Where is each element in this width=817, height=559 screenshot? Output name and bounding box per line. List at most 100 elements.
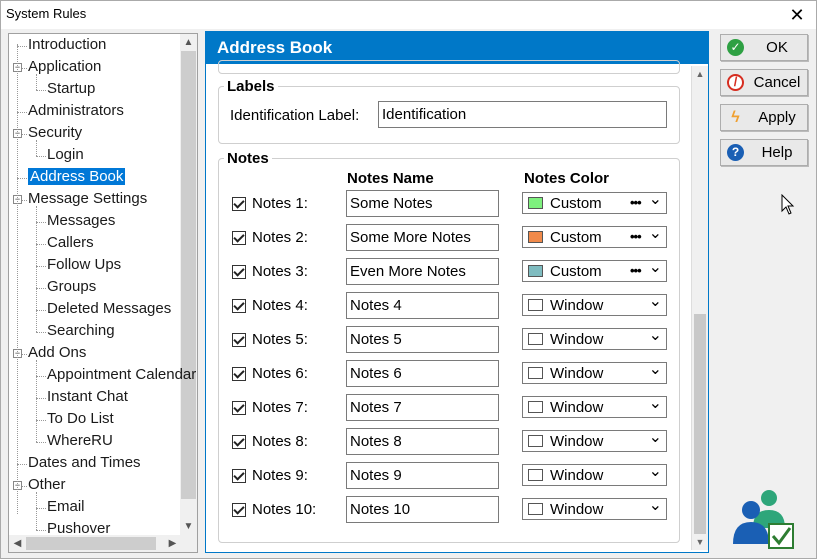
notes-6-color-select[interactable]: Window ⌄ bbox=[522, 362, 667, 384]
notes-10-color-select[interactable]: Window ⌄ bbox=[522, 498, 667, 520]
notes-2-name-input[interactable]: Some More Notes bbox=[346, 224, 499, 251]
notes-1-label[interactable]: Notes 1: bbox=[252, 195, 308, 212]
notes-2-checkbox[interactable] bbox=[232, 231, 246, 245]
chevron-down-icon[interactable]: ⌄ bbox=[649, 328, 662, 344]
tree-item-follow-ups[interactable]: Follow Ups bbox=[47, 255, 121, 275]
tree-item-login[interactable]: Login bbox=[47, 145, 84, 165]
scroll-left-icon[interactable]: ◀ bbox=[9, 535, 26, 552]
notes-8-color-select[interactable]: Window ⌄ bbox=[522, 430, 667, 452]
more-options-icon[interactable]: ••• bbox=[630, 261, 642, 280]
tree-item-to-do-list[interactable]: To Do List bbox=[47, 409, 114, 429]
notes-7-checkbox[interactable] bbox=[232, 401, 246, 415]
notes-1-name-input[interactable]: Some Notes bbox=[346, 190, 499, 217]
tree-item-other[interactable]: Other bbox=[28, 475, 66, 495]
cancel-button[interactable]: / Cancel bbox=[720, 69, 808, 96]
tree-item-callers[interactable]: Callers bbox=[47, 233, 94, 253]
notes-9-checkbox[interactable] bbox=[232, 469, 246, 483]
tree-connector bbox=[36, 156, 46, 157]
tree-item-startup[interactable]: Startup bbox=[47, 79, 95, 99]
chevron-down-icon[interactable]: ⌄ bbox=[649, 498, 662, 514]
tree-item-email[interactable]: Email bbox=[47, 497, 85, 517]
chevron-down-icon[interactable]: ⌄ bbox=[649, 226, 662, 242]
tree-item-appointment-calendar[interactable]: Appointment Calendar bbox=[47, 365, 196, 385]
notes-4-checkbox[interactable] bbox=[232, 299, 246, 313]
identification-input[interactable]: Identification bbox=[378, 101, 667, 128]
tree-item-label: Pushover bbox=[47, 520, 111, 537]
notes-7-name-input[interactable]: Notes 7 bbox=[346, 394, 499, 421]
chevron-down-icon[interactable]: ⌄ bbox=[649, 430, 662, 446]
notes-10-label[interactable]: Notes 10: bbox=[252, 501, 316, 518]
chevron-down-icon[interactable]: ⌄ bbox=[649, 362, 662, 378]
tree-connector bbox=[36, 530, 46, 531]
tree-item-groups[interactable]: Groups bbox=[47, 277, 96, 297]
notes-4-name-input[interactable]: Notes 4 bbox=[346, 292, 499, 319]
notes-9-color-select[interactable]: Window ⌄ bbox=[522, 464, 667, 486]
tree-item-instant-chat[interactable]: Instant Chat bbox=[47, 387, 128, 407]
tree-item-message-settings[interactable]: Message Settings bbox=[28, 189, 147, 209]
help-button[interactable]: ? Help bbox=[720, 139, 808, 166]
scroll-down-icon[interactable]: ▼ bbox=[180, 518, 197, 535]
notes-9-name-input[interactable]: Notes 9 bbox=[346, 462, 499, 489]
notes-6-checkbox[interactable] bbox=[232, 367, 246, 381]
color-swatch bbox=[528, 435, 543, 447]
panel-vertical-scrollbar[interactable]: ▲ ▼ bbox=[692, 66, 708, 550]
scroll-down-icon[interactable]: ▼ bbox=[692, 534, 708, 550]
tree-item-pushover[interactable]: Pushover bbox=[47, 519, 110, 539]
chevron-down-icon[interactable]: ⌄ bbox=[649, 192, 662, 208]
notes-3-name-input[interactable]: Even More Notes bbox=[346, 258, 499, 285]
notes-5-checkbox[interactable] bbox=[232, 333, 246, 347]
tree-item-administrators[interactable]: Administrators bbox=[28, 101, 124, 121]
tree-item-label: Message Settings bbox=[28, 190, 148, 207]
notes-7-color-select[interactable]: Window ⌄ bbox=[522, 396, 667, 418]
notes-5-color-select[interactable]: Window ⌄ bbox=[522, 328, 667, 350]
tree-item-introduction[interactable]: Introduction bbox=[28, 35, 106, 55]
scroll-right-icon[interactable]: ▶ bbox=[164, 535, 181, 552]
notes-3-label[interactable]: Notes 3: bbox=[252, 263, 308, 280]
more-options-icon[interactable]: ••• bbox=[630, 193, 642, 212]
notes-3-checkbox[interactable] bbox=[232, 265, 246, 279]
notes-4-label[interactable]: Notes 4: bbox=[252, 297, 308, 314]
tree-vertical-scrollbar[interactable]: ▲ ▼ bbox=[180, 34, 197, 535]
notes-6-name-input[interactable]: Notes 6 bbox=[346, 360, 499, 387]
chevron-down-icon[interactable]: ⌄ bbox=[649, 396, 662, 412]
tree-item-address-book[interactable]: Address Book bbox=[28, 167, 126, 187]
tree-item-label: WhereRU bbox=[47, 432, 113, 449]
notes-2-label[interactable]: Notes 2: bbox=[252, 229, 308, 246]
notes-7-label[interactable]: Notes 7: bbox=[252, 399, 308, 416]
chevron-down-icon[interactable]: ⌄ bbox=[649, 294, 662, 310]
notes-1-color-select[interactable]: Custom ••• ⌄ bbox=[522, 192, 667, 214]
tree-item-whereru[interactable]: WhereRU bbox=[47, 431, 113, 451]
scroll-up-icon[interactable]: ▲ bbox=[180, 34, 197, 51]
notes-9-label[interactable]: Notes 9: bbox=[252, 467, 308, 484]
tree-item-application[interactable]: Application bbox=[28, 57, 101, 77]
apply-button[interactable]: ϟ Apply bbox=[720, 104, 808, 131]
tree-connector-vertical bbox=[36, 74, 37, 90]
close-icon[interactable]: ✕ bbox=[782, 1, 812, 29]
notes-10-checkbox[interactable] bbox=[232, 503, 246, 517]
notes-5-name-input[interactable]: Notes 5 bbox=[346, 326, 499, 353]
scroll-thumb[interactable] bbox=[181, 51, 196, 499]
settings-tree[interactable]: ▲ ▼ ◀ ▶ Introduction Application − Startup A… bbox=[8, 33, 198, 553]
notes-4-color-select[interactable]: Window ⌄ bbox=[522, 294, 667, 316]
more-options-icon[interactable]: ••• bbox=[630, 227, 642, 246]
notes-6-label[interactable]: Notes 6: bbox=[252, 365, 308, 382]
notes-10-name-input[interactable]: Notes 10 bbox=[346, 496, 499, 523]
notes-3-color-select[interactable]: Custom ••• ⌄ bbox=[522, 260, 667, 282]
notes-8-checkbox[interactable] bbox=[232, 435, 246, 449]
notes-8-label[interactable]: Notes 8: bbox=[252, 433, 308, 450]
notes-2-color-select[interactable]: Custom ••• ⌄ bbox=[522, 226, 667, 248]
scroll-thumb[interactable] bbox=[694, 314, 706, 534]
tree-item-searching[interactable]: Searching bbox=[47, 321, 115, 341]
chevron-down-icon[interactable]: ⌄ bbox=[649, 464, 662, 480]
mouse-cursor-icon bbox=[781, 194, 795, 215]
chevron-down-icon[interactable]: ⌄ bbox=[649, 260, 662, 276]
tree-item-messages[interactable]: Messages bbox=[47, 211, 115, 231]
tree-item-deleted-messages[interactable]: Deleted Messages bbox=[47, 299, 171, 319]
notes-5-label[interactable]: Notes 5: bbox=[252, 331, 308, 348]
notes-8-name-input[interactable]: Notes 8 bbox=[346, 428, 499, 455]
scroll-up-icon[interactable]: ▲ bbox=[692, 66, 708, 82]
tree-connector bbox=[17, 112, 27, 113]
notes-1-checkbox[interactable] bbox=[232, 197, 246, 211]
ok-button[interactable]: ✓ OK bbox=[720, 34, 808, 61]
tree-item-dates-and-times[interactable]: Dates and Times bbox=[28, 453, 141, 473]
